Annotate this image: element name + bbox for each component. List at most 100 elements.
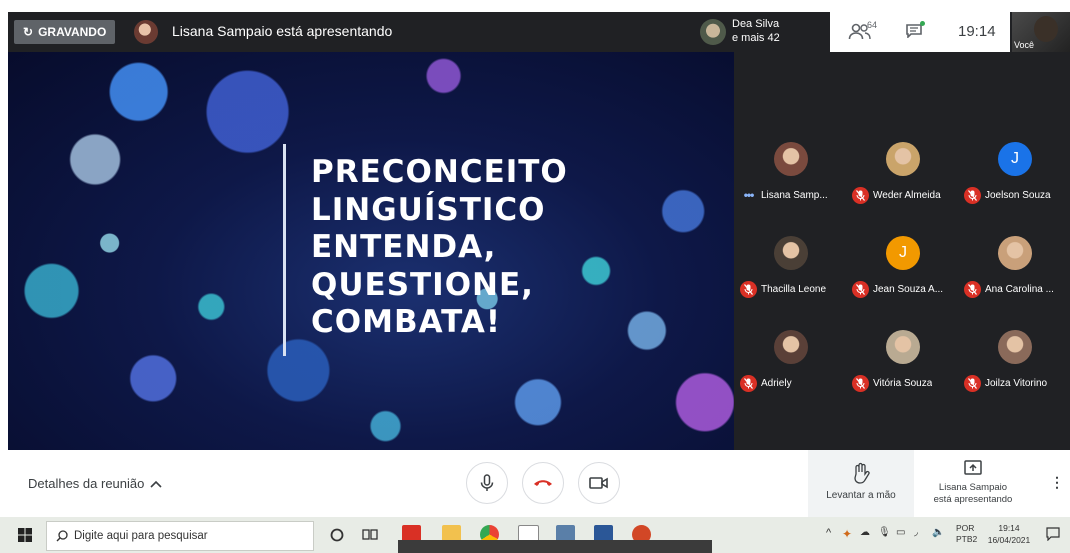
language-code: POR <box>956 523 975 533</box>
participant-tile[interactable]: ••• Lisana Samp... <box>736 138 848 218</box>
camera-button[interactable] <box>578 462 620 504</box>
mic-off-icon <box>964 186 981 204</box>
presenter-avatar <box>134 20 158 44</box>
participant-label: Adriely <box>740 374 848 392</box>
participant-tile[interactable]: Thacilla Leone <box>736 232 848 312</box>
self-label: Você <box>1014 40 1035 50</box>
search-icon <box>56 530 68 542</box>
present-icon <box>964 460 982 475</box>
mic-tray-icon[interactable]: 🎙 <box>878 527 891 538</box>
participant-tile[interactable]: Adriely <box>736 326 848 406</box>
battery-icon[interactable]: ▭ <box>896 527 905 538</box>
meet-bottom-bar: Detalhes da reunião Levantar a mão Lisan… <box>0 450 1070 517</box>
participant-name: Joelson Souza <box>985 189 1051 201</box>
participant-avatar <box>886 142 920 176</box>
participant-name: Thacilla Leone <box>761 283 827 295</box>
mic-off-icon <box>852 374 869 392</box>
recording-badge: ↻ GRAVANDO <box>14 20 116 44</box>
participant-tile[interactable]: J Jean Souza A... <box>848 232 960 312</box>
participant-tile[interactable]: Vitória Souza <box>848 326 960 406</box>
tray-app-icon[interactable]: ✦ <box>842 527 852 541</box>
presenter-label: Lisana Sampaio está apresentando <box>914 482 1032 506</box>
chevron-up-icon <box>150 480 162 488</box>
participant-label: Vitória Souza <box>852 374 960 392</box>
participant-preview-name: Dea Silva <box>732 18 780 30</box>
meeting-controls-top: 64 19:14 <box>830 12 1010 52</box>
participant-tile[interactable]: Joilza Vitorino <box>960 326 1070 406</box>
mic-button[interactable] <box>466 462 508 504</box>
presenter-status: está apresentando <box>933 494 1013 505</box>
recording-label: GRAVANDO <box>38 25 107 39</box>
meet-top-bar: ↻ GRAVANDO Lisana Sampaio está apresenta… <box>8 12 1070 52</box>
notifications-icon[interactable] <box>1046 527 1060 541</box>
screen: ↻ GRAVANDO Lisana Sampaio está apresenta… <box>0 0 1070 553</box>
participant-avatar <box>886 330 920 364</box>
mic-off-icon <box>740 374 757 392</box>
participant-name: Weder Almeida <box>873 189 941 201</box>
taskbar-date: 16/04/2021 <box>987 535 1031 545</box>
participant-name: Joilza Vitorino <box>985 377 1048 389</box>
participant-name: Vitória Souza <box>873 377 933 389</box>
mic-off-icon <box>852 280 869 298</box>
windows-icon[interactable] <box>18 528 32 542</box>
participant-grid: ••• Lisana Samp... Weder Almeida J Joels… <box>734 52 1070 450</box>
slide-title-line: ENTENDA, <box>311 229 497 265</box>
volume-icon[interactable]: 🔈 <box>932 527 944 538</box>
taskbar-preview-popup <box>398 540 712 553</box>
presenter-button[interactable]: Lisana Sampaio está apresentando <box>914 450 1032 517</box>
chat-icon[interactable] <box>906 24 922 38</box>
raise-hand-label: Levantar a mão <box>826 490 896 501</box>
tray-chevron-icon[interactable]: ^ <box>826 527 831 539</box>
slide-divider <box>283 144 286 356</box>
participant-label: Joelson Souza <box>964 186 1070 204</box>
camera-icon <box>589 477 608 489</box>
wifi-icon[interactable]: ◞ <box>914 527 918 538</box>
participant-avatar <box>774 142 808 176</box>
hangup-icon <box>534 480 552 486</box>
participant-tile[interactable]: J Joelson Souza <box>960 138 1070 218</box>
participant-avatar <box>774 330 808 364</box>
self-video-tile[interactable]: Você <box>1012 12 1070 52</box>
self-video <box>1034 16 1058 42</box>
mic-icon <box>480 474 494 491</box>
search-placeholder: Digite aqui para pesquisar <box>74 530 208 542</box>
participant-avatar <box>998 236 1032 270</box>
hand-icon <box>854 462 870 484</box>
more-options-icon[interactable]: ⋮ <box>1050 474 1064 491</box>
mic-off-icon <box>964 280 981 298</box>
participant-label: Weder Almeida <box>852 186 960 204</box>
participant-avatar: J <box>998 142 1032 176</box>
participant-name: Adriely <box>761 377 792 389</box>
taskbar-clock[interactable]: 19:14 16/04/2021 <box>984 522 1034 546</box>
participant-label: ••• Lisana Samp... <box>740 186 848 204</box>
participant-avatar <box>774 236 808 270</box>
participant-label: Joilza Vitorino <box>964 374 1070 392</box>
language-indicator[interactable]: POR PTB2 <box>956 523 977 545</box>
presentation-slide: PRECONCEITO LINGUÍSTICO ENTENDA, QUESTIO… <box>8 52 734 450</box>
participant-label: Thacilla Leone <box>740 280 848 298</box>
participant-tile[interactable]: Weder Almeida <box>848 138 960 218</box>
cortana-icon[interactable] <box>330 528 344 542</box>
participant-avatar <box>998 330 1032 364</box>
task-view-icon[interactable] <box>362 528 378 542</box>
participant-tile[interactable]: Ana Carolina ... <box>960 232 1070 312</box>
slide-title-line: COMBATA! <box>311 304 502 340</box>
mic-off-icon <box>964 374 981 392</box>
participant-name: Jean Souza A... <box>873 283 944 295</box>
presenter-name: Lisana Sampaio <box>938 482 1008 493</box>
participant-avatar: J <box>886 236 920 270</box>
slide-title-line: PRECONCEITO <box>311 154 568 190</box>
participant-label: Jean Souza A... <box>852 280 960 298</box>
participant-label: Ana Carolina ... <box>964 280 1070 298</box>
cloud-icon[interactable]: ☁ <box>860 527 870 538</box>
taskbar-time: 19:14 <box>998 523 1020 533</box>
taskbar-search[interactable]: Digite aqui para pesquisar <box>46 521 314 551</box>
recording-icon: ↻ <box>23 25 34 39</box>
raise-hand-button[interactable]: Levantar a mão <box>808 450 914 517</box>
keyboard-layout: PTB2 <box>956 534 978 544</box>
hangup-button[interactable] <box>522 462 564 504</box>
mic-off-icon <box>852 186 869 204</box>
presenting-text: Lisana Sampaio está apresentando <box>172 23 393 39</box>
participant-name: Ana Carolina ... <box>985 283 1054 295</box>
meeting-details-button[interactable]: Detalhes da reunião <box>28 476 162 491</box>
